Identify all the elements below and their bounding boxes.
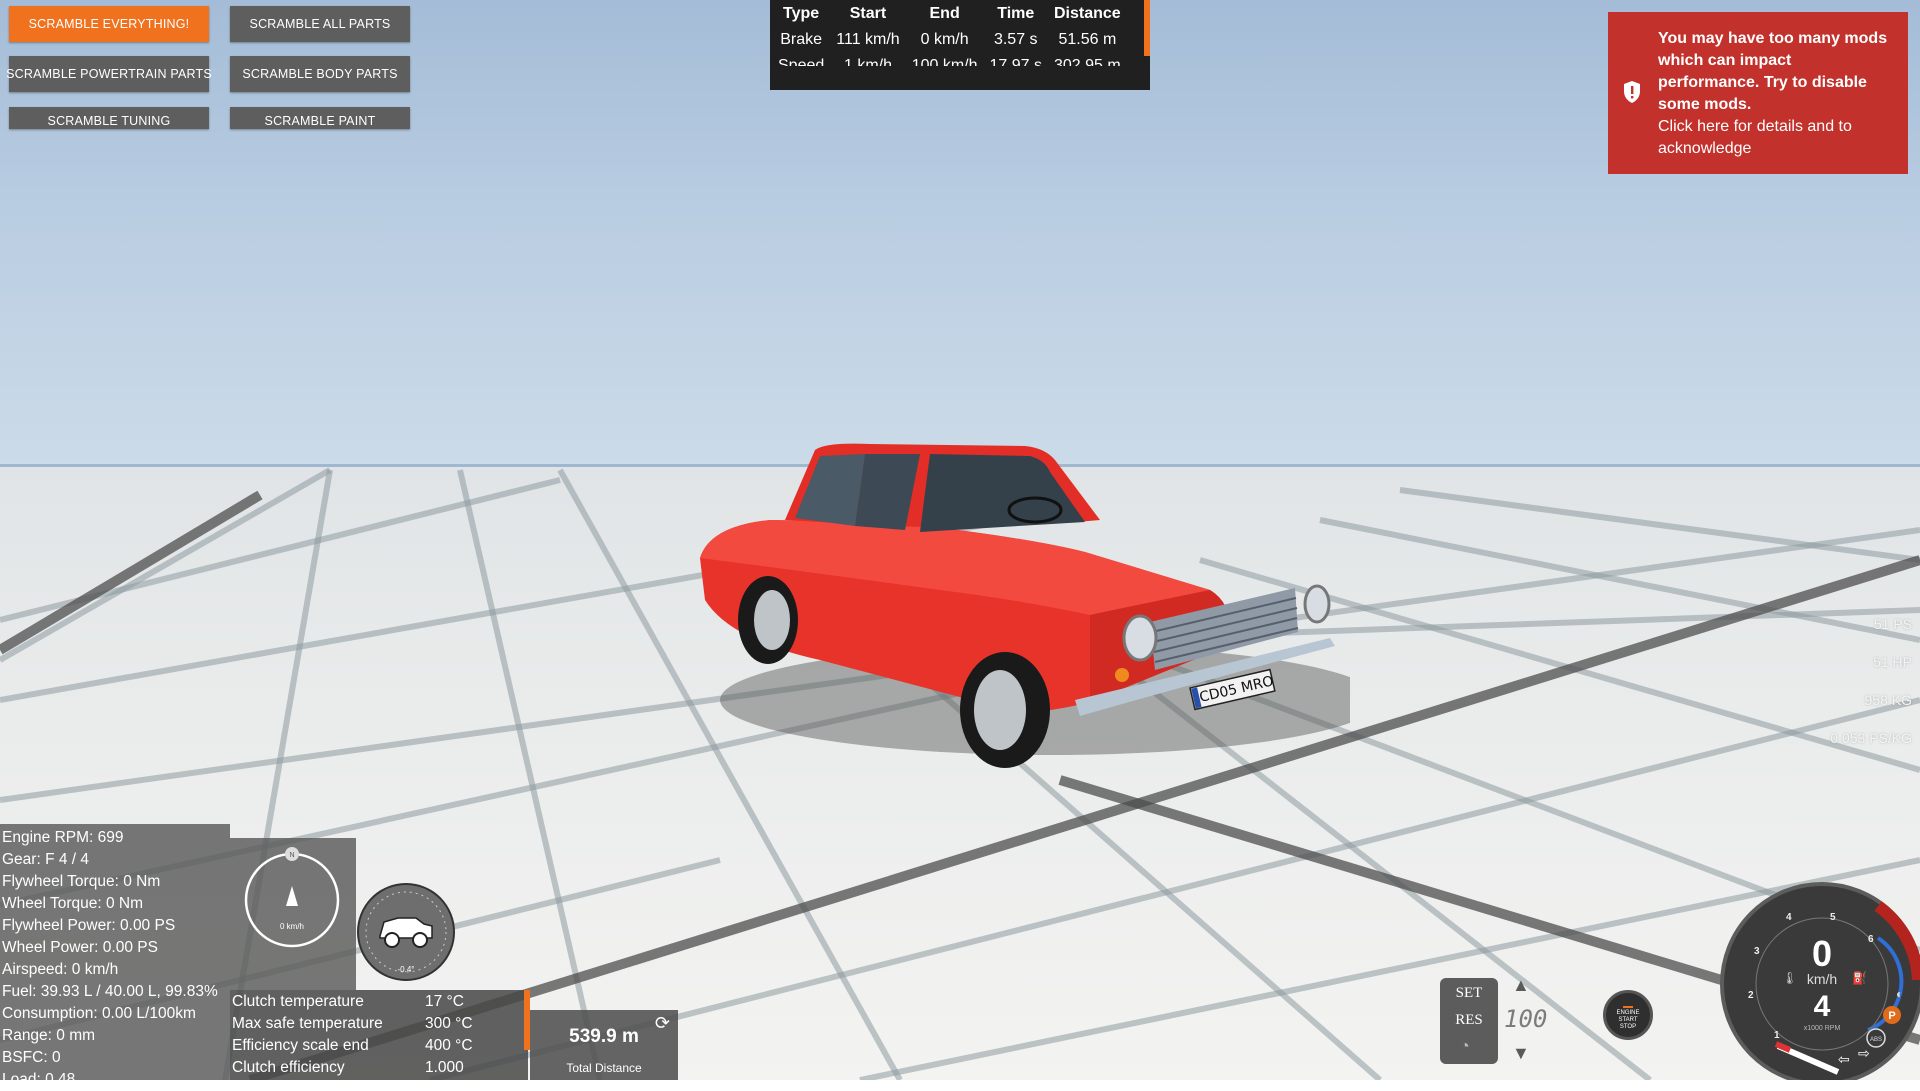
compass-gauge: N 0 km/h <box>244 847 340 948</box>
power-hp-stat: 51 HP <box>1873 654 1912 670</box>
cruise-speedometer-icon[interactable]: ◔ <box>1460 1038 1470 1056</box>
car: CD05 MRO <box>700 443 1350 768</box>
total-distance-label: Total Distance <box>566 1061 642 1075</box>
results-cell: 51.56 m <box>1058 31 1117 48</box>
bsfc-readout: BSFC: 0 <box>2 1049 61 1066</box>
results-cell: 100 km/h <box>911 57 978 66</box>
wheel-power-readout: Wheel Power: 0.00 PS <box>2 939 158 956</box>
power-ps-stat: 51 PS <box>1873 616 1912 632</box>
table-row: Brake 111 km/h 0 km/h 3.57 s 51.56 m <box>772 27 1127 53</box>
temperature-icon: 🌡 <box>1782 971 1797 985</box>
results-cell: 111 km/h <box>836 31 900 48</box>
fuel-readout: Fuel: 39.93 L / 40.00 L, 99.83% <box>2 983 218 1000</box>
fuel-pump-icon: ⛽ <box>1852 971 1867 985</box>
total-distance-value: 539.9 m <box>569 1026 639 1047</box>
rpm-unit-label: x1000 RPM <box>1804 1025 1841 1032</box>
scramble-powertrain-parts-button[interactable]: Scramble Powertrain Parts <box>6 56 212 92</box>
toast-details-link[interactable]: Click here for details and to acknowledg… <box>1658 116 1894 160</box>
clutch-efficiency-label: Clutch efficiency <box>232 1059 345 1076</box>
engine-start-stop-button[interactable]: ENGINE START STOP <box>1603 990 1653 1040</box>
vehicle-debug-list: Engine RPM: 699 Gear: F 4 / 4 Flywheel T… <box>2 827 218 1091</box>
rpm-tick-label: 1 <box>1774 1030 1780 1041</box>
consumption-readout: Consumption: 0.00 L/100km <box>2 1005 196 1022</box>
results-cell: 0 km/h <box>920 31 969 48</box>
wheel-torque-readout: Wheel Torque: 0 Nm <box>2 895 143 912</box>
speed-readout: 0 <box>1812 933 1832 974</box>
cruise-resume-button[interactable]: RES <box>1444 1009 1494 1031</box>
results-cell: 3.57 s <box>993 31 1038 48</box>
parking-brake-icon: P <box>1888 1010 1895 1022</box>
start-stop-line1: ENGINE <box>1616 1010 1640 1016</box>
flywheel-torque-readout: Flywheel Torque: 0 Nm <box>2 873 161 890</box>
results-header-distance: Distance <box>1054 5 1121 22</box>
headlight-icon: ◐ <box>1896 987 1903 1001</box>
gear-indicator: 4 <box>1814 990 1831 1023</box>
scramble-tuning-button[interactable]: Scramble Tuning <box>9 107 209 129</box>
scramble-everything-button[interactable]: Scramble Everything! <box>9 6 209 42</box>
heading-arrow-icon <box>286 886 298 906</box>
scramble-paint-button[interactable]: Scramble Paint <box>230 107 410 129</box>
turn-signal-right-icon: ⇨ <box>1858 1045 1870 1061</box>
turn-signal-left-icon: ⇦ <box>1838 1051 1850 1067</box>
performance-results-table: Type Start End Time Distance Brake 111 k… <box>770 0 1150 90</box>
airspeed-readout: Airspeed: 0 km/h <box>2 961 119 978</box>
clutch-efficiency-value: 1.000 <box>425 1059 464 1076</box>
results-header-time: Time <box>997 5 1035 22</box>
results-header-end: End <box>929 5 960 22</box>
results-viewport[interactable]: Type Start End Time Distance Brake 111 k… <box>770 0 1150 66</box>
max-safe-temperature-label: Max safe temperature <box>232 1015 383 1032</box>
results-header-start: Start <box>849 5 887 22</box>
table-row: Speed 1 km/h 100 km/h 17.97 s 302.95 m <box>772 53 1127 66</box>
efficiency-scale-end-value: 400 °C <box>425 1037 473 1054</box>
shield-warning-icon <box>1624 81 1640 103</box>
results-accent <box>1144 0 1150 56</box>
scramble-all-parts-button[interactable]: Scramble All Parts <box>230 6 410 42</box>
results-cell: 17.97 s <box>989 57 1042 66</box>
rpm-tick-label: 5 <box>1830 912 1836 923</box>
compass-speed-text: 0 km/h <box>280 922 304 931</box>
scramble-body-parts-button[interactable]: Scramble Body Parts <box>230 56 410 92</box>
inclinometer-value: -0.4° <box>398 965 415 974</box>
cruise-decrease-arrow-icon[interactable]: ▼ <box>1512 1043 1530 1064</box>
efficiency-scale-end-label: Efficiency scale end <box>232 1037 369 1054</box>
rpm-tick-label: 4 <box>1786 912 1792 923</box>
load-readout: Load: 0.48 <box>2 1071 76 1088</box>
results-cell: 1 km/h <box>843 57 892 66</box>
start-stop-line2: START <box>1618 1017 1638 1023</box>
total-distance-panel: ⟳ 539.9 m Total Distance <box>530 1010 678 1080</box>
rpm-tick-label: 6 <box>1868 934 1874 945</box>
svg-text:N: N <box>289 852 294 859</box>
engine-rpm-readout: Engine RPM: 699 <box>2 829 124 846</box>
rpm-tick-label: 2 <box>1748 990 1754 1001</box>
results-header-type: Type <box>783 5 820 22</box>
gear-readout: Gear: F 4 / 4 <box>2 851 90 868</box>
toast-warning-text: You may have too many mods which can imp… <box>1658 30 1888 113</box>
start-stop-line3: STOP <box>1619 1024 1637 1030</box>
range-readout: Range: 0 mm <box>2 1027 96 1044</box>
power-to-weight-stat: 0.053 PS/KG <box>1830 730 1912 746</box>
results-cell: 302.95 m <box>1054 57 1121 66</box>
clutch-temperature-value: 17 °C <box>425 993 464 1010</box>
dashboard-gauge: 1 2 3 4 5 6 0 km/h 4 x1000 RPM 🌡 ⛽ P ABS… <box>1720 882 1920 1080</box>
mod-warning-toast[interactable]: You may have too many mods which can imp… <box>1608 12 1908 174</box>
cruise-increase-arrow-icon[interactable]: ▲ <box>1512 975 1530 996</box>
rpm-tick-label: 3 <box>1754 946 1760 957</box>
abs-warning-icon: ABS <box>1870 1037 1882 1043</box>
max-safe-temperature-value: 300 °C <box>425 1015 473 1032</box>
results-cell: Brake <box>780 31 823 48</box>
flywheel-power-readout: Flywheel Power: 0.00 PS <box>2 917 176 934</box>
results-header-row: Type Start End Time Distance <box>772 0 1127 27</box>
cruise-control-panel: SET RES ◔ <box>1440 978 1498 1064</box>
inclinometer-gauge: -0.4° <box>357 883 455 981</box>
start-stop-indicator <box>1623 1006 1633 1008</box>
results-cell: Speed <box>778 57 825 66</box>
cruise-set-button[interactable]: SET <box>1444 982 1494 1004</box>
cruise-target-speed: 100 <box>1504 1005 1548 1033</box>
speed-unit: km/h <box>1807 971 1837 987</box>
weight-stat: 958 KG <box>1864 692 1912 708</box>
clutch-temperature-label: Clutch temperature <box>232 993 364 1010</box>
